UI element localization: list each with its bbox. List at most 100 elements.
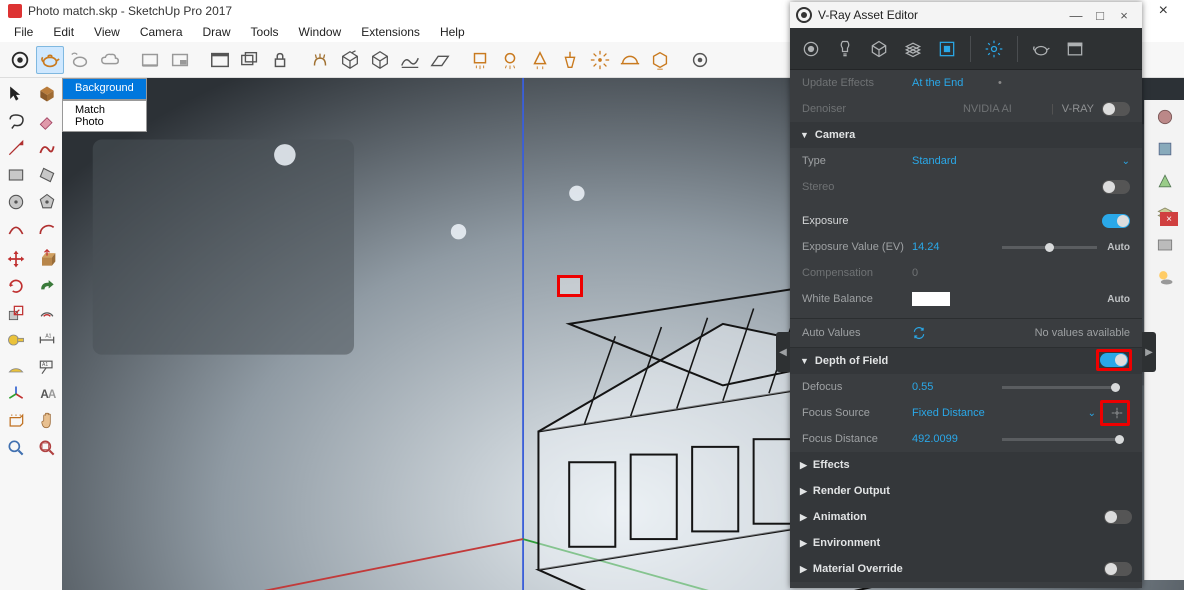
white-balance-swatch[interactable] — [912, 292, 950, 306]
select-tool[interactable] — [2, 82, 30, 106]
exposure-toggle[interactable] — [1102, 214, 1130, 228]
infinite-plane-button[interactable] — [426, 46, 454, 74]
type-value[interactable]: Standard — [912, 155, 992, 167]
dof-toggle[interactable] — [1100, 353, 1128, 367]
protractor-tool[interactable] — [2, 355, 30, 379]
render-output-section-header[interactable]: ▶Render Output — [790, 478, 1142, 504]
vray-logo-button[interactable] — [6, 46, 34, 74]
frame-buffer-button[interactable] — [206, 46, 234, 74]
menu-edit[interactable]: Edit — [43, 23, 84, 41]
displacement-button[interactable] — [396, 46, 424, 74]
batch-render-button[interactable] — [236, 46, 264, 74]
viewport-region-button[interactable] — [166, 46, 194, 74]
camera-section-header[interactable]: ▼Camera — [790, 122, 1142, 148]
light-sphere-button[interactable] — [496, 46, 524, 74]
exposure-ev-value[interactable]: 14.24 — [912, 241, 992, 253]
panel-collapse-right[interactable]: ▶ — [1142, 332, 1156, 372]
refresh-icon[interactable] — [912, 326, 926, 340]
material-override-toggle[interactable] — [1104, 562, 1132, 576]
menu-window[interactable]: Window — [289, 23, 352, 41]
render-teapot-icon[interactable] — [1026, 34, 1056, 64]
freehand-tool[interactable] — [33, 136, 61, 160]
light-ies-button[interactable] — [556, 46, 584, 74]
text-tool[interactable]: A1 — [33, 355, 61, 379]
material-override-section-header[interactable]: ▶Material Override — [790, 556, 1142, 582]
light-omni-button[interactable] — [586, 46, 614, 74]
window-close-button[interactable]: × — [1151, 2, 1176, 20]
focus-source-dropdown-icon[interactable]: ⌄ — [1088, 408, 1096, 419]
focus-source-value[interactable]: Fixed Distance — [912, 407, 992, 419]
vray-minimize-button[interactable]: — — [1064, 8, 1088, 23]
section-tool[interactable] — [2, 409, 30, 433]
menu-draw[interactable]: Draw — [193, 23, 241, 41]
menu-view[interactable]: View — [84, 23, 130, 41]
proxy-import-button[interactable] — [366, 46, 394, 74]
tray-scenes-icon[interactable] — [1147, 230, 1183, 260]
pushpull-tool[interactable] — [33, 247, 61, 271]
tab-match-photo[interactable]: Match Photo — [62, 100, 147, 132]
exposure-ev-slider[interactable] — [1002, 246, 1097, 249]
light-plane-button[interactable] — [466, 46, 494, 74]
scale-tool[interactable] — [2, 301, 30, 325]
teapot-rt-button[interactable] — [66, 46, 94, 74]
rotate-tool[interactable] — [2, 274, 30, 298]
denoiser-toggle[interactable] — [1102, 102, 1130, 116]
teapot-render-button[interactable] — [36, 46, 64, 74]
defocus-slider[interactable] — [1002, 386, 1120, 389]
light-spot-button[interactable] — [526, 46, 554, 74]
textures-tab-icon[interactable] — [898, 34, 928, 64]
fur-button[interactable] — [306, 46, 334, 74]
type-dropdown-icon[interactable]: ⌄ — [1122, 156, 1130, 167]
followme-tool[interactable] — [33, 274, 61, 298]
tray-styles-icon[interactable] — [1147, 166, 1183, 196]
rotated-rect-tool[interactable] — [33, 163, 61, 187]
eraser-tool[interactable] — [33, 109, 61, 133]
rectangle-tool[interactable] — [2, 163, 30, 187]
animation-section-header[interactable]: ▶Animation — [790, 504, 1142, 530]
line-tool[interactable] — [2, 136, 30, 160]
lights-tab-icon[interactable] — [830, 34, 860, 64]
render-settings-icon[interactable] — [979, 34, 1009, 64]
menu-camera[interactable]: Camera — [130, 23, 193, 41]
tab-background[interactable]: Background — [62, 78, 147, 100]
offset-tool[interactable] — [33, 301, 61, 325]
cloud-render-button[interactable] — [96, 46, 124, 74]
tray-shadows-icon[interactable] — [1147, 262, 1183, 292]
tray-components-icon[interactable] — [1147, 134, 1183, 164]
denoiser-nvidia[interactable]: NVIDIA AI — [963, 103, 1043, 115]
vray-objects-button[interactable] — [686, 46, 714, 74]
update-effects-value[interactable]: At the End — [912, 77, 992, 89]
tape-tool[interactable] — [2, 328, 30, 352]
focus-distance-slider[interactable] — [1002, 438, 1120, 441]
component-tool[interactable] — [33, 82, 61, 106]
geometry-tab-icon[interactable] — [864, 34, 894, 64]
stereo-toggle[interactable] — [1102, 180, 1130, 194]
circle-tool[interactable] — [2, 190, 30, 214]
environment-section-header[interactable]: ▶Environment — [790, 530, 1142, 556]
effects-section-header[interactable]: ▶Effects — [790, 452, 1142, 478]
zoom-tool[interactable] — [2, 436, 30, 460]
defocus-value[interactable]: 0.55 — [912, 381, 992, 393]
compensation-value[interactable]: 0 — [912, 267, 992, 279]
arc-tool[interactable] — [2, 217, 30, 241]
move-tool[interactable] — [2, 247, 30, 271]
pick-focus-point-button[interactable] — [1108, 404, 1126, 422]
tray-materials-icon[interactable] — [1147, 102, 1183, 132]
polygon-tool[interactable] — [33, 190, 61, 214]
menu-tools[interactable]: Tools — [241, 23, 289, 41]
lock-view-button[interactable] — [266, 46, 294, 74]
menu-help[interactable]: Help — [430, 23, 475, 41]
lasso-tool[interactable] — [2, 109, 30, 133]
vray-close-button[interactable]: × — [1112, 8, 1136, 23]
dimension-tool[interactable]: A1 — [33, 328, 61, 352]
tray-close-icon[interactable]: × — [1160, 212, 1178, 226]
light-mesh-button[interactable] — [646, 46, 674, 74]
menu-extensions[interactable]: Extensions — [351, 23, 430, 41]
focus-distance-value[interactable]: 492.0099 — [912, 433, 992, 445]
frame-buffer-icon[interactable] — [1060, 34, 1090, 64]
vray-maximize-button[interactable]: □ — [1088, 8, 1112, 23]
viewport-render-button[interactable] — [136, 46, 164, 74]
white-balance-auto[interactable]: Auto — [1107, 294, 1130, 305]
axes-tool[interactable] — [2, 382, 30, 406]
materials-tab-icon[interactable] — [796, 34, 826, 64]
